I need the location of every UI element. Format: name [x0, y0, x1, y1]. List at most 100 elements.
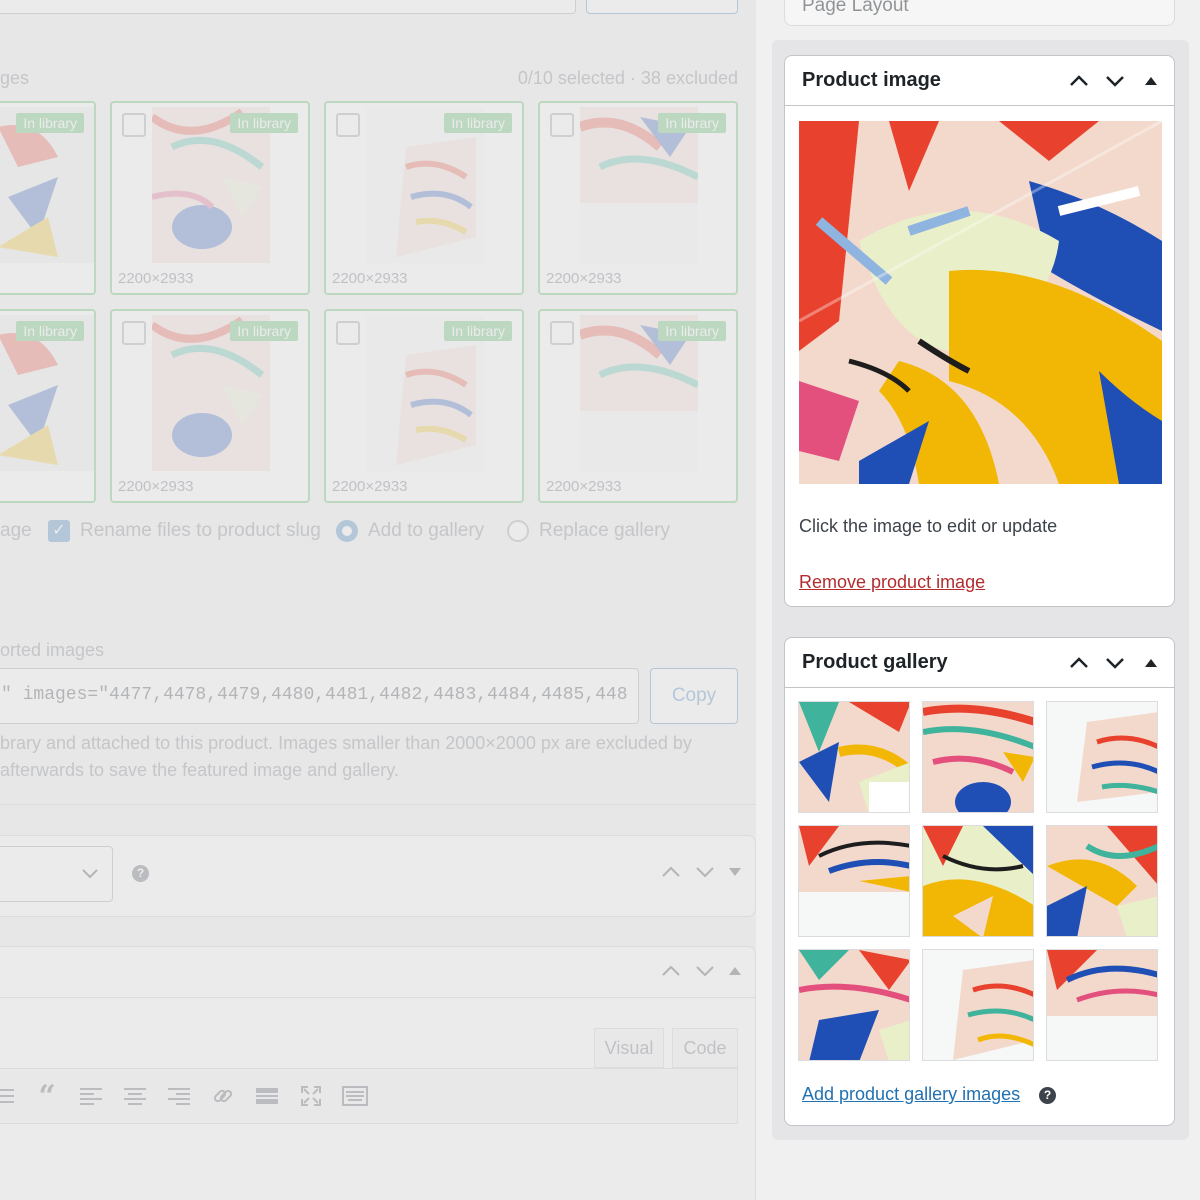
image-tile[interactable]: In library 2200×2933 [110, 309, 310, 503]
panel-divider [0, 804, 756, 805]
move-down-icon[interactable] [695, 965, 715, 977]
images-section-label: ges [0, 68, 30, 88]
gallery-thumbnail[interactable] [922, 825, 1034, 937]
link-icon[interactable] [201, 1076, 245, 1116]
image-tile[interactable]: In library 2200×2933 [324, 101, 524, 295]
product-gallery-box: Product gallery Add product gallery imag… [784, 637, 1175, 1126]
image-dimensions: 2200×2933 [332, 270, 408, 287]
tile-checkbox[interactable] [122, 321, 146, 345]
toggle-panel-icon[interactable] [1140, 652, 1162, 674]
toggle-panel-icon[interactable] [729, 868, 741, 876]
in-library-badge: In library [16, 113, 84, 133]
tile-checkbox[interactable] [550, 321, 574, 345]
in-library-badge: In library [658, 321, 726, 341]
selection-count: 0/10 selected · 38 excluded [517, 68, 738, 88]
move-up-icon[interactable] [1068, 70, 1090, 92]
move-down-icon[interactable] [1104, 652, 1126, 674]
in-library-badge: In library [16, 321, 84, 341]
page-layout-box: Page Layout [784, 0, 1175, 26]
import-panel-area: ges 0/10 selected · 38 excluded In libra… [0, 0, 756, 1200]
top-search-input[interactable] [0, 0, 576, 14]
image-tile[interactable]: In library [0, 309, 96, 503]
in-library-badge: In library [230, 321, 298, 341]
partial-option-label: age [0, 520, 32, 541]
gallery-thumbnail[interactable] [1046, 701, 1158, 813]
bullet-list-icon[interactable] [0, 1076, 25, 1116]
shortcode-label: orted images [0, 640, 105, 660]
image-tile[interactable]: In library [0, 101, 96, 295]
product-gallery-header: Product gallery [785, 638, 1174, 688]
toggle-panel-icon[interactable] [1140, 70, 1162, 92]
shortcode-field[interactable]: " images="4477,4478,4479,4480,4481,4482,… [0, 668, 639, 724]
add-gallery-images-link[interactable]: Add product gallery images [802, 1084, 1020, 1105]
gallery-thumbnail[interactable] [798, 949, 910, 1061]
blockquote-icon[interactable]: “ [25, 1076, 69, 1116]
product-image-thumbnail[interactable] [799, 121, 1162, 484]
product-image-title: Product image [802, 69, 941, 91]
gallery-thumbnail[interactable] [798, 701, 910, 813]
tile-checkbox[interactable] [336, 113, 360, 137]
editor-toolbar: “ [0, 1068, 738, 1124]
copy-button[interactable]: Copy [650, 668, 738, 724]
panel-header-divider [0, 997, 756, 998]
image-dimensions: 2200×2933 [546, 270, 622, 287]
product-type-select[interactable] [0, 846, 113, 902]
replace-gallery-radio[interactable] [507, 520, 529, 542]
add-to-gallery-radio[interactable] [336, 520, 358, 542]
image-tile[interactable]: In library 2200×2933 [324, 309, 524, 503]
align-right-icon[interactable] [157, 1076, 201, 1116]
page-layout-title: Page Layout [802, 0, 909, 16]
move-up-icon[interactable] [661, 866, 681, 878]
gallery-thumbnail[interactable] [798, 825, 910, 937]
align-left-icon[interactable] [69, 1076, 113, 1116]
top-action-button[interactable] [586, 0, 738, 14]
move-down-icon[interactable] [1104, 70, 1126, 92]
panel-controls [661, 866, 741, 878]
move-up-icon[interactable] [1068, 652, 1090, 674]
image-dimensions: 2200×2933 [332, 478, 408, 495]
tile-checkbox[interactable] [336, 321, 360, 345]
gallery-thumbnail[interactable] [1046, 825, 1158, 937]
rename-files-checkbox[interactable]: ✓ [48, 520, 70, 542]
image-dimensions: 2200×2933 [118, 270, 194, 287]
gallery-thumbnail[interactable] [922, 701, 1034, 813]
tile-checkbox[interactable] [122, 113, 146, 137]
image-dimensions: 2200×2933 [546, 478, 622, 495]
help-line: afterwards to save the featured image an… [0, 760, 399, 780]
in-library-badge: In library [444, 113, 512, 133]
image-tile[interactable]: In library 2200×2933 [110, 101, 310, 295]
tile-checkbox[interactable] [550, 113, 574, 137]
image-tile[interactable]: In library 2200×2933 [538, 101, 738, 295]
tab-code[interactable]: Code [672, 1028, 738, 1068]
panel-controls [1068, 70, 1162, 92]
panel-controls [661, 965, 741, 977]
add-to-gallery-option[interactable]: Add to gallery [336, 520, 484, 542]
fullscreen-icon[interactable] [289, 1076, 333, 1116]
rename-files-option[interactable]: ✓ Rename files to product slug [48, 520, 321, 542]
move-up-icon[interactable] [661, 965, 681, 977]
image-tile[interactable]: In library 2200×2933 [538, 309, 738, 503]
move-down-icon[interactable] [695, 866, 715, 878]
product-data-panel: ? [0, 835, 756, 917]
in-library-badge: In library [444, 321, 512, 341]
chevron-down-icon [82, 869, 98, 879]
replace-gallery-label: Replace gallery [539, 520, 670, 541]
tab-visual[interactable]: Visual [594, 1028, 664, 1068]
help-line: brary and attached to this product. Imag… [0, 733, 692, 753]
product-gallery-title: Product gallery [802, 651, 948, 673]
toggle-panel-icon[interactable] [729, 967, 741, 975]
gallery-thumbnail[interactable] [1046, 949, 1158, 1061]
replace-gallery-option[interactable]: Replace gallery [507, 520, 670, 542]
remove-product-image-link[interactable]: Remove product image [799, 572, 985, 593]
image-dimensions: 2200×2933 [118, 478, 194, 495]
product-image-hint: Click the image to edit or update [799, 516, 1058, 536]
gallery-thumbnail[interactable] [922, 949, 1034, 1061]
help-icon[interactable]: ? [1039, 1087, 1056, 1104]
panel-controls [1068, 652, 1162, 674]
read-more-icon[interactable] [245, 1076, 289, 1116]
product-image-header: Product image [785, 56, 1174, 106]
align-center-icon[interactable] [113, 1076, 157, 1116]
import-help-text: brary and attached to this product. Imag… [0, 730, 740, 784]
keyboard-icon[interactable] [333, 1076, 377, 1116]
help-icon[interactable]: ? [132, 865, 149, 882]
